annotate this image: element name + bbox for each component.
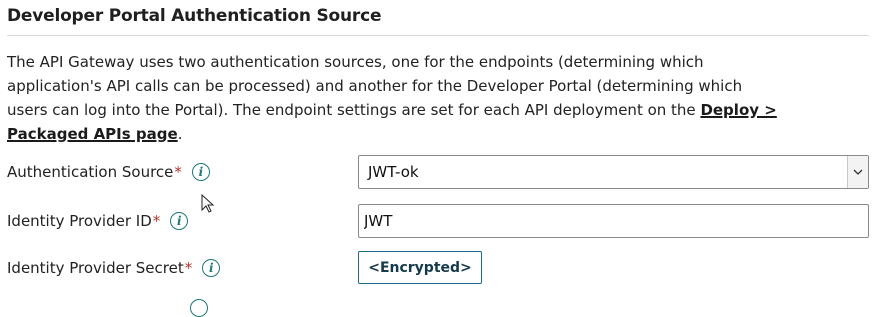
section-title: Developer Portal Authentication Source [7, 6, 382, 26]
info-icon[interactable]: i [202, 259, 221, 277]
idp-id-input[interactable] [358, 204, 869, 238]
mouse-cursor-icon [201, 194, 215, 213]
auth-source-select[interactable]: JWT-ok [358, 155, 869, 189]
idp-id-label: Identity Provider ID [7, 212, 152, 230]
info-icon[interactable]: i [170, 212, 189, 230]
required-marker: * [174, 163, 182, 181]
idp-id-row: Identity Provider ID * i [7, 209, 189, 233]
description-text: The API Gateway uses two authentication … [7, 53, 743, 119]
section-divider [7, 35, 869, 36]
info-icon[interactable] [190, 299, 208, 317]
description-end: . [177, 125, 183, 143]
idp-secret-label: Identity Provider Secret [7, 259, 184, 277]
required-marker: * [152, 212, 161, 230]
auth-source-label: Authentication Source [7, 163, 174, 181]
encrypted-secret-button[interactable]: <Encrypted> [358, 251, 482, 284]
idp-secret-row: Identity Provider Secret * i [7, 256, 221, 280]
required-marker: * [184, 259, 193, 277]
auth-source-value: JWT-ok [368, 163, 419, 181]
info-icon[interactable]: i [191, 163, 210, 181]
section-description: The API Gateway uses two authentication … [7, 50, 777, 146]
chevron-down-icon[interactable] [847, 156, 868, 188]
auth-source-row: Authentication Source * i [7, 160, 210, 184]
